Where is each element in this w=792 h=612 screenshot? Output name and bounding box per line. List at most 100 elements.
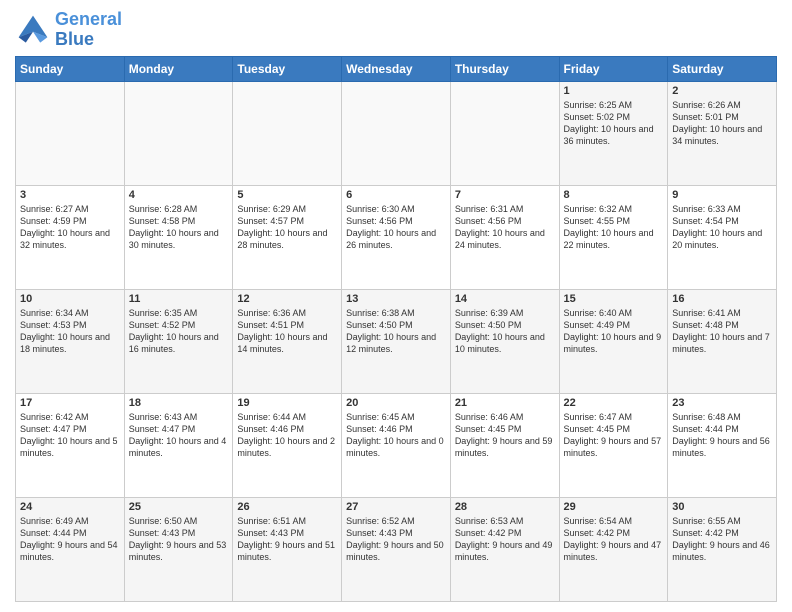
weekday-friday: Friday bbox=[559, 56, 668, 81]
day-number: 10 bbox=[20, 293, 120, 305]
day-info: Sunrise: 6:54 AM Sunset: 4:42 PM Dayligh… bbox=[564, 515, 664, 564]
day-info: Sunrise: 6:50 AM Sunset: 4:43 PM Dayligh… bbox=[129, 515, 229, 564]
week-row-4: 17 Sunrise: 6:42 AM Sunset: 4:47 PM Dayli… bbox=[16, 393, 777, 497]
day-cell: 4 Sunrise: 6:28 AM Sunset: 4:58 PM Daylig… bbox=[124, 185, 233, 289]
day-cell: 20 Sunrise: 6:45 AM Sunset: 4:46 PM Dayli… bbox=[342, 393, 451, 497]
day-number: 26 bbox=[237, 501, 337, 513]
day-number: 1 bbox=[564, 85, 664, 97]
day-number: 4 bbox=[129, 189, 229, 201]
weekday-sunday: Sunday bbox=[16, 56, 125, 81]
day-info: Sunrise: 6:33 AM Sunset: 4:54 PM Dayligh… bbox=[672, 203, 772, 252]
day-cell bbox=[233, 81, 342, 185]
day-info: Sunrise: 6:35 AM Sunset: 4:52 PM Dayligh… bbox=[129, 307, 229, 356]
logo-text: General Blue bbox=[55, 10, 122, 50]
week-row-2: 3 Sunrise: 6:27 AM Sunset: 4:59 PM Daylig… bbox=[16, 185, 777, 289]
day-number: 11 bbox=[129, 293, 229, 305]
day-info: Sunrise: 6:29 AM Sunset: 4:57 PM Dayligh… bbox=[237, 203, 337, 252]
day-info: Sunrise: 6:51 AM Sunset: 4:43 PM Dayligh… bbox=[237, 515, 337, 564]
day-info: Sunrise: 6:48 AM Sunset: 4:44 PM Dayligh… bbox=[672, 411, 772, 460]
calendar-table: SundayMondayTuesdayWednesdayThursdayFrid… bbox=[15, 56, 777, 602]
page: General Blue SundayMondayTuesdayWednesda… bbox=[0, 0, 792, 612]
day-cell: 2 Sunrise: 6:26 AM Sunset: 5:01 PM Daylig… bbox=[668, 81, 777, 185]
day-number: 6 bbox=[346, 189, 446, 201]
day-info: Sunrise: 6:44 AM Sunset: 4:46 PM Dayligh… bbox=[237, 411, 337, 460]
day-number: 9 bbox=[672, 189, 772, 201]
day-info: Sunrise: 6:45 AM Sunset: 4:46 PM Dayligh… bbox=[346, 411, 446, 460]
day-cell: 13 Sunrise: 6:38 AM Sunset: 4:50 PM Dayli… bbox=[342, 289, 451, 393]
weekday-tuesday: Tuesday bbox=[233, 56, 342, 81]
day-number: 16 bbox=[672, 293, 772, 305]
day-info: Sunrise: 6:43 AM Sunset: 4:47 PM Dayligh… bbox=[129, 411, 229, 460]
day-info: Sunrise: 6:34 AM Sunset: 4:53 PM Dayligh… bbox=[20, 307, 120, 356]
day-number: 12 bbox=[237, 293, 337, 305]
logo: General Blue bbox=[15, 10, 122, 50]
day-cell: 28 Sunrise: 6:53 AM Sunset: 4:42 PM Dayli… bbox=[450, 497, 559, 601]
day-cell bbox=[342, 81, 451, 185]
day-info: Sunrise: 6:40 AM Sunset: 4:49 PM Dayligh… bbox=[564, 307, 664, 356]
day-cell: 30Sunrise: 6:55 AM Sunset: 4:42 PM Dayli… bbox=[668, 497, 777, 601]
day-cell: 11 Sunrise: 6:35 AM Sunset: 4:52 PM Dayli… bbox=[124, 289, 233, 393]
day-number: 17 bbox=[20, 397, 120, 409]
day-number: 13 bbox=[346, 293, 446, 305]
day-number: 20 bbox=[346, 397, 446, 409]
weekday-wednesday: Wednesday bbox=[342, 56, 451, 81]
day-cell: 21 Sunrise: 6:46 AM Sunset: 4:45 PM Dayli… bbox=[450, 393, 559, 497]
day-number: 25 bbox=[129, 501, 229, 513]
day-cell: 19 Sunrise: 6:44 AM Sunset: 4:46 PM Dayli… bbox=[233, 393, 342, 497]
day-number: 29 bbox=[564, 501, 664, 513]
day-number: 21 bbox=[455, 397, 555, 409]
day-info: Sunrise: 6:38 AM Sunset: 4:50 PM Dayligh… bbox=[346, 307, 446, 356]
day-info: Sunrise: 6:32 AM Sunset: 4:55 PM Dayligh… bbox=[564, 203, 664, 252]
day-info: Sunrise: 6:55 AM Sunset: 4:42 PM Dayligh… bbox=[672, 515, 772, 564]
day-number: 19 bbox=[237, 397, 337, 409]
day-cell: 26 Sunrise: 6:51 AM Sunset: 4:43 PM Dayli… bbox=[233, 497, 342, 601]
day-cell: 29 Sunrise: 6:54 AM Sunset: 4:42 PM Dayli… bbox=[559, 497, 668, 601]
day-info: Sunrise: 6:42 AM Sunset: 4:47 PM Dayligh… bbox=[20, 411, 120, 460]
day-cell: 12 Sunrise: 6:36 AM Sunset: 4:51 PM Dayli… bbox=[233, 289, 342, 393]
day-number: 18 bbox=[129, 397, 229, 409]
day-cell: 25 Sunrise: 6:50 AM Sunset: 4:43 PM Dayli… bbox=[124, 497, 233, 601]
day-info: Sunrise: 6:26 AM Sunset: 5:01 PM Dayligh… bbox=[672, 99, 772, 148]
week-row-1: 1 Sunrise: 6:25 AM Sunset: 5:02 PM Daylig… bbox=[16, 81, 777, 185]
day-info: Sunrise: 6:46 AM Sunset: 4:45 PM Dayligh… bbox=[455, 411, 555, 460]
day-number: 8 bbox=[564, 189, 664, 201]
day-info: Sunrise: 6:25 AM Sunset: 5:02 PM Dayligh… bbox=[564, 99, 664, 148]
day-number: 28 bbox=[455, 501, 555, 513]
day-number: 27 bbox=[346, 501, 446, 513]
day-cell: 9 Sunrise: 6:33 AM Sunset: 4:54 PM Daylig… bbox=[668, 185, 777, 289]
weekday-saturday: Saturday bbox=[668, 56, 777, 81]
day-info: Sunrise: 6:27 AM Sunset: 4:59 PM Dayligh… bbox=[20, 203, 120, 252]
day-info: Sunrise: 6:49 AM Sunset: 4:44 PM Dayligh… bbox=[20, 515, 120, 564]
day-number: 3 bbox=[20, 189, 120, 201]
day-cell: 3 Sunrise: 6:27 AM Sunset: 4:59 PM Daylig… bbox=[16, 185, 125, 289]
day-cell bbox=[16, 81, 125, 185]
day-number: 5 bbox=[237, 189, 337, 201]
day-cell: 24 Sunrise: 6:49 AM Sunset: 4:44 PM Dayli… bbox=[16, 497, 125, 601]
day-number: 23 bbox=[672, 397, 772, 409]
day-cell: 17 Sunrise: 6:42 AM Sunset: 4:47 PM Dayli… bbox=[16, 393, 125, 497]
day-cell: 18 Sunrise: 6:43 AM Sunset: 4:47 PM Dayli… bbox=[124, 393, 233, 497]
day-info: Sunrise: 6:28 AM Sunset: 4:58 PM Dayligh… bbox=[129, 203, 229, 252]
weekday-header-row: SundayMondayTuesdayWednesdayThursdayFrid… bbox=[16, 56, 777, 81]
day-cell: 15Sunrise: 6:40 AM Sunset: 4:49 PM Dayli… bbox=[559, 289, 668, 393]
day-info: Sunrise: 6:41 AM Sunset: 4:48 PM Dayligh… bbox=[672, 307, 772, 356]
day-info: Sunrise: 6:53 AM Sunset: 4:42 PM Dayligh… bbox=[455, 515, 555, 564]
week-row-3: 10 Sunrise: 6:34 AM Sunset: 4:53 PM Dayli… bbox=[16, 289, 777, 393]
day-number: 24 bbox=[20, 501, 120, 513]
day-cell: 7Sunrise: 6:31 AM Sunset: 4:56 PM Daylig… bbox=[450, 185, 559, 289]
day-cell: 10 Sunrise: 6:34 AM Sunset: 4:53 PM Dayli… bbox=[16, 289, 125, 393]
day-cell: 1 Sunrise: 6:25 AM Sunset: 5:02 PM Daylig… bbox=[559, 81, 668, 185]
day-info: Sunrise: 6:31 AM Sunset: 4:56 PM Dayligh… bbox=[455, 203, 555, 252]
day-cell: 23 Sunrise: 6:48 AM Sunset: 4:44 PM Dayli… bbox=[668, 393, 777, 497]
day-info: Sunrise: 6:36 AM Sunset: 4:51 PM Dayligh… bbox=[237, 307, 337, 356]
day-cell: 5 Sunrise: 6:29 AM Sunset: 4:57 PM Daylig… bbox=[233, 185, 342, 289]
day-number: 14 bbox=[455, 293, 555, 305]
weekday-thursday: Thursday bbox=[450, 56, 559, 81]
day-cell: 6Sunrise: 6:30 AM Sunset: 4:56 PM Daylig… bbox=[342, 185, 451, 289]
day-number: 2 bbox=[672, 85, 772, 97]
day-cell: 22Sunrise: 6:47 AM Sunset: 4:45 PM Dayli… bbox=[559, 393, 668, 497]
day-cell: 27Sunrise: 6:52 AM Sunset: 4:43 PM Dayli… bbox=[342, 497, 451, 601]
day-cell: 8 Sunrise: 6:32 AM Sunset: 4:55 PM Daylig… bbox=[559, 185, 668, 289]
day-cell: 14Sunrise: 6:39 AM Sunset: 4:50 PM Dayli… bbox=[450, 289, 559, 393]
weekday-monday: Monday bbox=[124, 56, 233, 81]
